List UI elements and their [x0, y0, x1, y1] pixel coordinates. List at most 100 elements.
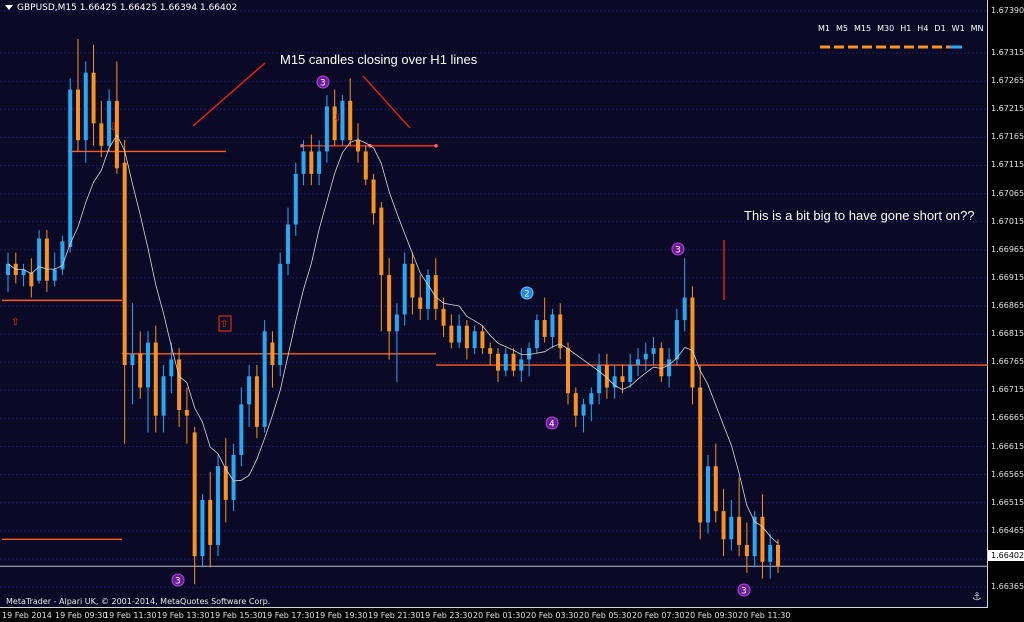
candle-body — [52, 269, 57, 281]
candle-body — [457, 325, 462, 343]
candle-body — [527, 348, 532, 360]
price-tick-label: 1.66465 — [991, 525, 1024, 535]
candle-body — [317, 151, 322, 174]
wave-marker-label: 2 — [524, 290, 530, 300]
time-tick-label: 19 Feb 23:30 — [420, 611, 473, 620]
candle-body — [690, 297, 695, 388]
price-tick-label: 1.66365 — [991, 582, 1024, 592]
timeframe-m1[interactable]: M1 — [818, 24, 830, 33]
candle-body — [216, 466, 220, 545]
time-tick-label: 20 Feb 05:30 — [579, 611, 632, 620]
timeframe-selector: M1 M5 M15 M30 H1 H4 D1 W1 MN — [818, 24, 984, 33]
candle-body — [488, 348, 493, 354]
time-tick-label: 19 Feb 2014 — [2, 611, 52, 620]
candle-body — [192, 432, 197, 557]
candle-body — [480, 331, 485, 349]
candle-body — [356, 140, 360, 152]
candle-body — [239, 404, 244, 455]
wave-marker-label: 4 — [549, 420, 555, 430]
candle-body — [169, 359, 174, 377]
candle-body — [449, 325, 454, 343]
candle-body — [503, 353, 508, 371]
candle-body — [177, 359, 182, 410]
time-tick-label: 19 Feb 13:30 — [157, 611, 210, 620]
candle-body — [379, 207, 384, 276]
candle-body — [597, 365, 602, 394]
candle-body — [130, 353, 135, 366]
time-tick-label: 20 Feb 07:30 — [632, 611, 685, 620]
candle-body — [721, 511, 726, 540]
candle-body — [410, 263, 415, 298]
candle-body — [83, 72, 88, 141]
price-tick-label: 1.67315 — [991, 48, 1024, 58]
candle-body — [324, 106, 329, 152]
price-tick-label: 1.66565 — [991, 469, 1024, 479]
candle-body — [659, 348, 664, 377]
annotation-right: This is a bit big to have gone short on?… — [744, 208, 975, 223]
candle-body — [558, 314, 563, 349]
candle-body — [254, 376, 259, 427]
symbol-info: GBPUSD,M15 1.66425 1.66425 1.66394 1.664… — [17, 3, 238, 13]
candle-body — [534, 320, 539, 349]
candle-body — [566, 348, 570, 394]
candle-body — [387, 275, 392, 332]
dropdown-triangle-icon[interactable] — [5, 5, 13, 10]
price-tick-label: 1.67390 — [991, 5, 1024, 15]
timeframe-m15[interactable]: M15 — [854, 24, 871, 33]
candle-body — [91, 72, 96, 124]
candle-body — [348, 100, 353, 141]
candle-body — [496, 353, 500, 371]
price-tick-label: 1.67115 — [991, 160, 1024, 170]
candle-body — [620, 376, 625, 382]
timeframe-mn[interactable]: MN — [971, 24, 984, 33]
time-tick-label: 19 Feb 21:30 — [368, 611, 421, 620]
price-chart[interactable]: ⇩ ⇩ ⇧ ⇧ 3 2 4 3 3 3 — [0, 0, 988, 608]
price-tick-label: 1.66515 — [991, 497, 1024, 507]
candle-body — [519, 359, 524, 371]
candle-body — [550, 314, 555, 337]
price-tick-label: 1.67215 — [991, 104, 1024, 114]
candle-body — [363, 151, 368, 180]
candle-body — [286, 224, 290, 264]
buy-arrow-icon: ⇧ — [11, 317, 19, 328]
candle-body — [262, 331, 267, 427]
candle-body — [737, 516, 742, 545]
scroll-shift-icon[interactable]: ⚓ — [972, 590, 982, 603]
candle-body — [698, 387, 703, 523]
candle-body — [6, 263, 10, 276]
timeframe-m5[interactable]: M5 — [836, 24, 848, 33]
candle-body — [37, 238, 42, 281]
sell-arrow-icon: ⇩ — [333, 113, 341, 124]
chart-plot-area[interactable]: ⇩ ⇩ ⇧ ⇧ 3 2 4 3 3 3 — [0, 0, 988, 608]
candle-body — [464, 325, 469, 349]
wave-marker-label: 3 — [175, 577, 181, 587]
candle-body — [729, 516, 734, 540]
candle-body — [589, 393, 594, 405]
candle-body — [472, 331, 477, 349]
timeframe-m30[interactable]: M30 — [877, 24, 894, 33]
timeframe-h4[interactable]: H4 — [917, 24, 928, 33]
time-tick-label: 20 Feb 11:30 — [738, 611, 791, 620]
candle-body — [651, 348, 656, 354]
price-tick-label: 1.66715 — [991, 385, 1024, 395]
candle-body — [581, 404, 586, 416]
timeframe-h1[interactable]: H1 — [900, 24, 911, 33]
candle-body — [433, 275, 438, 309]
wave-marker-label: 3 — [741, 587, 747, 597]
candle-body — [247, 376, 252, 405]
time-tick-label: 19 Feb 11:30 — [104, 611, 157, 620]
candle-body — [426, 275, 430, 309]
candle-body — [122, 162, 127, 366]
time-tick-label: 20 Feb 01:30 — [473, 611, 526, 620]
candle-body — [29, 272, 34, 287]
time-tick-label: 19 Feb 19:30 — [315, 611, 368, 620]
timeframe-d1[interactable]: D1 — [934, 24, 945, 33]
candle-body — [161, 376, 166, 416]
candle-body — [68, 89, 73, 247]
candle-body — [402, 263, 407, 315]
timeframe-w1[interactable]: W1 — [952, 24, 965, 33]
candle-body — [99, 123, 104, 146]
price-tick-label: 1.66965 — [991, 244, 1024, 254]
candle-body — [146, 342, 150, 388]
candle-body — [643, 353, 648, 360]
